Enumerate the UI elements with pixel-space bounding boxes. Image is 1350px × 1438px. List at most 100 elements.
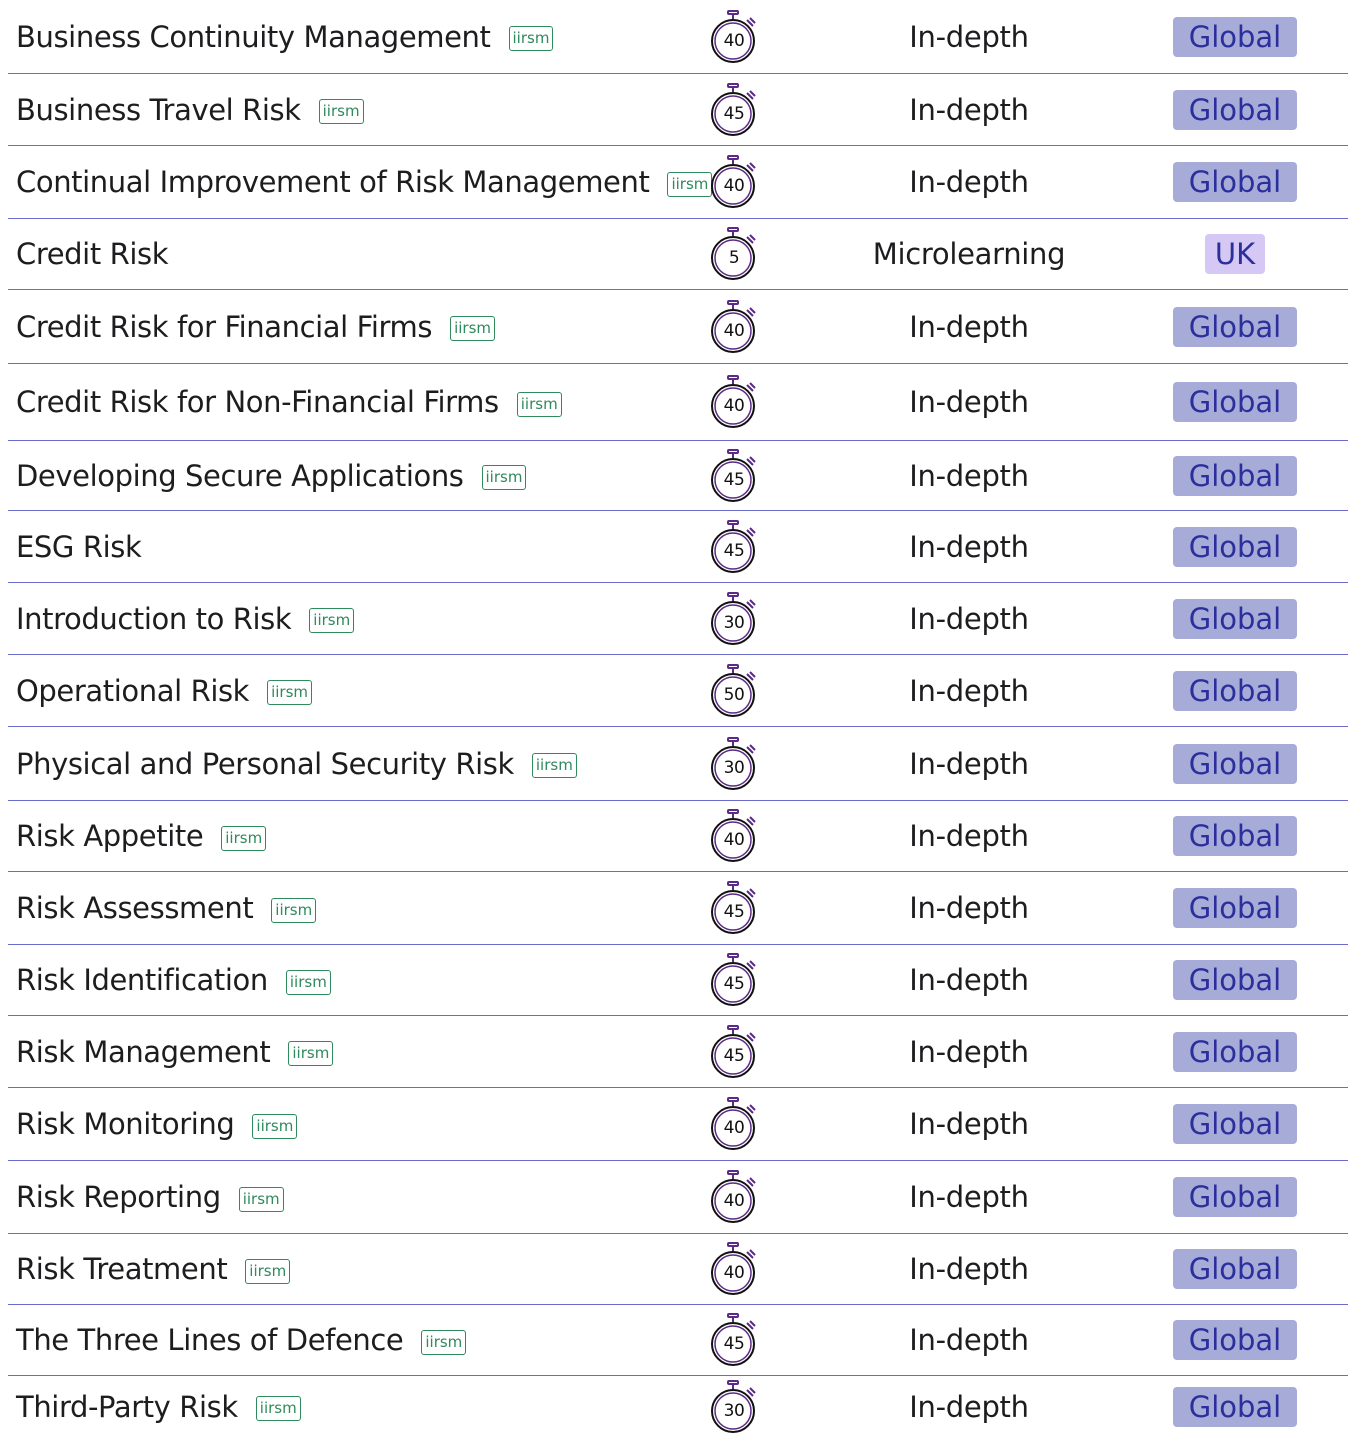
table-row[interactable]: Risk Reporting iirsm 40 In-depth Global [8, 1161, 1348, 1234]
table-row[interactable]: Risk Management iirsm 45 In-depth Global [8, 1016, 1348, 1088]
course-type: Microlearning [872, 237, 1066, 271]
course-title[interactable]: Risk Treatment [16, 1252, 228, 1286]
course-title-cell: Risk Reporting iirsm [16, 1161, 284, 1233]
region-cell: Global [1168, 74, 1302, 145]
duration-minutes: 45 [723, 103, 745, 124]
region-cell: UK [1168, 219, 1302, 289]
table-row[interactable]: Risk Assessment iirsm 45 In-depth Global [8, 872, 1348, 945]
region-badge: Global [1172, 382, 1298, 422]
course-title[interactable]: Risk Appetite [16, 819, 204, 853]
course-title[interactable]: Introduction to Risk [16, 602, 292, 636]
duration-minutes: 45 [723, 974, 745, 994]
course-type: In-depth [909, 1107, 1029, 1141]
table-row[interactable]: Third-Party Risk iirsm 30 In-depth Global [8, 1376, 1348, 1438]
course-title[interactable]: Developing Secure Applications [16, 459, 464, 493]
duration-minutes: 40 [723, 1191, 745, 1211]
iirsm-badge: iirsm [221, 825, 267, 851]
duration-minutes: 45 [723, 1045, 745, 1066]
region-badge: Global [1172, 743, 1298, 784]
course-type: In-depth [909, 1034, 1029, 1069]
region-cell: Global [1168, 727, 1302, 800]
course-title-cell: Risk Assessment iirsm [16, 872, 317, 944]
course-type: In-depth [909, 1389, 1029, 1424]
stopwatch-icon: 40 [709, 1170, 759, 1224]
course-title[interactable]: Third-Party Risk [16, 1390, 238, 1424]
duration-minutes: 45 [723, 469, 745, 490]
region-badge: Global [1172, 670, 1298, 711]
course-title[interactable]: Credit Risk for Non-Financial Firms [16, 385, 499, 419]
course-title-cell: Credit Risk for Non-Financial Firms iirsm [16, 364, 562, 440]
table-row[interactable]: The Three Lines of Defence iirsm 45 In-dept… [8, 1305, 1348, 1376]
duration-minutes: 40 [723, 30, 745, 51]
table-row[interactable]: Business Continuity Management iirsm 40 In-… [8, 0, 1348, 74]
region-cell: Global [1168, 801, 1302, 871]
course-title[interactable]: Risk Management [16, 1035, 271, 1069]
table-row[interactable]: Introduction to Risk iirsm 30 In-depth Globa… [8, 583, 1348, 655]
course-type: In-depth [909, 309, 1029, 344]
iirsm-badge: iirsm [450, 316, 495, 341]
duration-minutes: 40 [723, 176, 745, 196]
table-row[interactable]: Credit Risk for Non-Financial Firms iirsm… [8, 364, 1348, 441]
iirsm-badge: iirsm [285, 969, 331, 995]
region-badge: Global [1172, 16, 1298, 57]
table-row[interactable]: Business Travel Risk iirsm 45 In-depth Globa… [8, 74, 1348, 146]
course-title-cell: Credit Risk [16, 219, 169, 289]
course-title[interactable]: Risk Assessment [16, 891, 254, 925]
duration-cell: 5 [708, 219, 760, 289]
course-title[interactable]: Credit Risk for Financial Firms [16, 310, 432, 344]
table-row[interactable]: Continual Improvement of Risk Management… [8, 146, 1348, 219]
course-title[interactable]: Credit Risk [16, 237, 169, 271]
stopwatch-icon: 45 [709, 82, 759, 137]
region-cell: Global [1168, 1088, 1302, 1160]
duration-cell: 30 [708, 727, 760, 800]
course-type: In-depth [909, 1323, 1029, 1357]
table-row[interactable]: ESG Risk 45 In-depth Global [8, 511, 1348, 583]
region-badge: Global [1172, 89, 1298, 130]
course-title[interactable]: Business Travel Risk [16, 93, 301, 127]
stopwatch-icon: 40 [709, 1097, 759, 1151]
course-title[interactable]: Risk Identification [16, 963, 268, 997]
iirsm-badge: iirsm [508, 26, 554, 51]
table-row[interactable]: Operational Risk iirsm 50 In-depth Global [8, 655, 1348, 727]
course-title-cell: The Three Lines of Defence iirsm [16, 1305, 467, 1375]
table-row[interactable]: Risk Treatment iirsm 40 In-depth Global [8, 1234, 1348, 1305]
course-title-cell: ESG Risk [16, 511, 142, 582]
course-title[interactable]: Risk Reporting [16, 1180, 221, 1214]
region-cell: Global [1168, 441, 1302, 510]
course-title-cell: Developing Secure Applications iirsm [16, 441, 527, 510]
iirsm-badge: iirsm [481, 465, 527, 490]
course-title[interactable]: Continual Improvement of Risk Management [16, 165, 650, 199]
duration-minutes: 45 [723, 902, 745, 922]
duration-minutes: 40 [723, 1118, 745, 1138]
course-title[interactable]: The Three Lines of Defence [16, 1323, 404, 1357]
table-row[interactable]: Risk Identification iirsm 45 In-depth Global [8, 945, 1348, 1016]
course-title-cell: Risk Appetite iirsm [16, 801, 267, 871]
region-cell: Global [1168, 290, 1302, 363]
table-row[interactable]: Developing Secure Applications iirsm 45 In-… [8, 441, 1348, 511]
duration-minutes: 50 [723, 684, 745, 705]
table-row[interactable]: Credit Risk for Financial Firms iirsm 40 In… [8, 290, 1348, 364]
course-title-cell: Continual Improvement of Risk Management… [16, 146, 713, 218]
duration-minutes: 30 [723, 1400, 745, 1421]
course-title-cell: Risk Management iirsm [16, 1016, 334, 1087]
duration-cell: 40 [708, 0, 760, 73]
course-title[interactable]: ESG Risk [16, 530, 142, 564]
course-title[interactable]: Risk Monitoring [16, 1107, 235, 1141]
course-type: In-depth [909, 746, 1029, 781]
course-title-cell: Business Travel Risk iirsm [16, 74, 364, 145]
table-row[interactable]: Credit Risk 5 Microlearning UK [8, 219, 1348, 290]
table-row[interactable]: Physical and Personal Security Risk iirsm… [8, 727, 1348, 801]
course-type: In-depth [909, 673, 1029, 708]
table-row[interactable]: Risk Appetite iirsm 40 In-depth Global [8, 801, 1348, 872]
stopwatch-icon: 40 [709, 9, 759, 64]
region-badge: Global [1172, 1104, 1298, 1144]
table-row[interactable]: Risk Monitoring iirsm 40 In-depth Global [8, 1088, 1348, 1161]
course-title[interactable]: Business Continuity Management [16, 20, 491, 54]
iirsm-badge: iirsm [309, 608, 355, 633]
course-title[interactable]: Operational Risk [16, 674, 249, 708]
course-title[interactable]: Physical and Personal Security Risk [16, 747, 514, 781]
course-title-cell: Business Continuity Management iirsm [16, 0, 554, 73]
course-type: In-depth [909, 19, 1029, 54]
stopwatch-icon: 40 [709, 299, 759, 354]
stopwatch-icon: 50 [709, 663, 759, 718]
